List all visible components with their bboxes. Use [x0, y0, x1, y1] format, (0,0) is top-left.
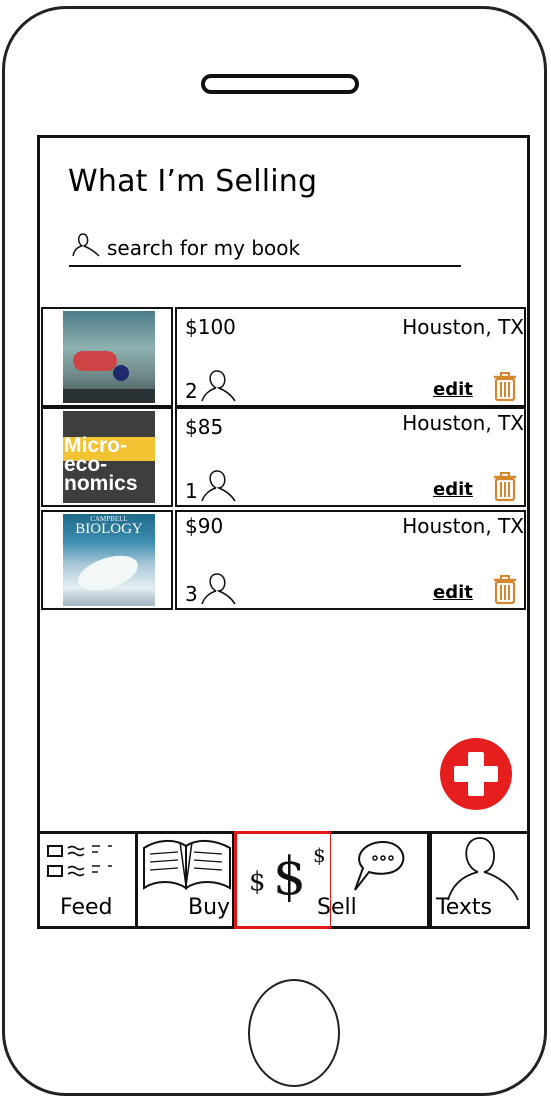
listing-row[interactable]: Micro- eco- nomics $85 Houston, TX 1 edi… — [41, 407, 526, 507]
phone-speaker — [201, 74, 359, 94]
tab-sell-label: Sell — [317, 895, 357, 920]
trash-icon[interactable] — [493, 575, 517, 605]
book-thumbnail: CAMPBELL BIOLOGY — [41, 510, 173, 610]
book-thumbnail: Micro- eco- nomics — [41, 407, 173, 507]
book-thumbnail — [41, 307, 173, 407]
edit-link[interactable]: edit — [433, 582, 473, 603]
trash-icon[interactable] — [493, 372, 517, 402]
listing-location: Houston, TX — [402, 514, 524, 538]
tab-texts[interactable]: Texts — [429, 831, 530, 929]
search-placeholder: search for my book — [107, 236, 301, 260]
search-input[interactable]: search for my book — [69, 230, 461, 267]
interested-count: 1 — [185, 479, 198, 503]
listing-location: Houston, TX — [402, 411, 524, 435]
interested-count: 3 — [185, 582, 198, 606]
listing-info: $85 Houston, TX 1 edit — [175, 407, 526, 507]
speech-bubble-icon — [354, 840, 405, 891]
app-screen: What I’m Selling search for my book $100… — [37, 135, 530, 929]
person-icon — [201, 470, 236, 502]
svg-text:$: $ — [273, 847, 306, 902]
svg-text:$: $ — [313, 843, 326, 867]
listing-row[interactable]: $100 Houston, TX 2 edit — [41, 307, 526, 407]
svg-text:$: $ — [249, 867, 266, 897]
tab-sell[interactable]: Sell — [317, 831, 430, 929]
cover-text: Micro- eco- nomics — [64, 434, 138, 495]
trash-icon[interactable] — [493, 472, 517, 502]
tab-feed-label: Feed — [60, 895, 113, 920]
add-listing-button[interactable] — [440, 738, 512, 810]
microeconomics-cover: Micro- eco- nomics — [63, 411, 155, 503]
edit-link[interactable]: edit — [433, 479, 473, 500]
tab-buy-label: Buy — [188, 895, 231, 920]
tab-feed[interactable]: Feed — [37, 831, 138, 929]
listing-info: $90 Houston, TX 3 edit — [175, 510, 526, 610]
listing-price: $90 — [185, 514, 224, 538]
open-book-icon — [143, 840, 231, 890]
dollar-icon: $ $ $ — [249, 843, 326, 902]
person-icon — [201, 573, 236, 605]
home-button[interactable] — [248, 979, 340, 1087]
edit-link[interactable]: edit — [433, 379, 473, 400]
page-title: What I’m Selling — [68, 164, 318, 199]
listing-row[interactable]: CAMPBELL BIOLOGY $90 Houston, TX 3 edit — [41, 510, 526, 610]
interested-count: 2 — [185, 379, 198, 403]
tab-buy[interactable]: Buy — [135, 831, 235, 929]
biology-cover: CAMPBELL BIOLOGY — [63, 514, 155, 606]
feed-list-icon — [47, 845, 112, 877]
person-icon — [201, 370, 236, 402]
bottom-nav: Feed Buy $ $ $ Sell Texts — [37, 831, 530, 929]
listing-location: Houston, TX — [402, 315, 524, 339]
sociology-cover — [63, 311, 155, 403]
tab-texts-label: Texts — [436, 895, 492, 920]
person-search-icon — [72, 233, 100, 257]
listing-info: $100 Houston, TX 2 edit — [175, 307, 526, 407]
person-icon — [447, 837, 519, 901]
listing-price: $85 — [185, 415, 224, 439]
listing-price: $100 — [185, 315, 236, 339]
